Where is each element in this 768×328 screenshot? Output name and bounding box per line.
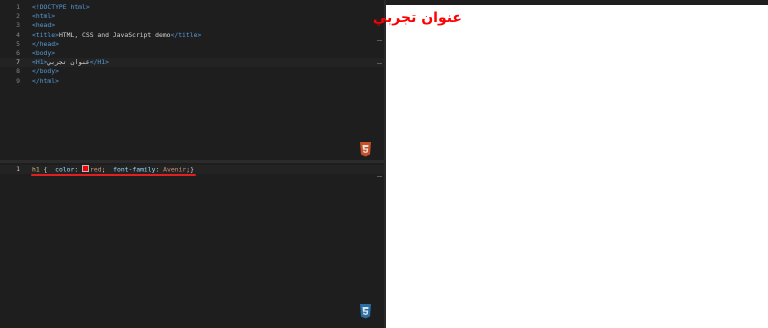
line-number: 6 [16, 49, 20, 57]
line-number: 3 [16, 21, 20, 30]
code-token: font-family [113, 165, 156, 174]
code-token: عنوان تجربي [47, 58, 90, 67]
code-line[interactable]: 2 <html> [0, 12, 384, 21]
code-token: <body> [32, 49, 56, 57]
code-token: Avenir [163, 165, 187, 174]
code-line[interactable]: 6 <body> [0, 49, 384, 58]
line-number: 9 [16, 76, 20, 85]
preview-pane: عنوان تجربي [373, 5, 768, 328]
code-token: : [74, 165, 83, 174]
code-line[interactable]: 1 <!DOCTYPE html> [0, 3, 384, 12]
code-text[interactable]: </html> [32, 77, 59, 86]
code-token: <!DOCTYPE html> [32, 3, 90, 11]
code-line[interactable]: 1 h1 { color: red; font-family: Avenir;} [0, 165, 384, 174]
code-token: </H1> [89, 58, 109, 67]
code-token: <html> [32, 12, 56, 21]
code-text[interactable]: <!DOCTYPE html> [32, 3, 90, 12]
code-token: red [90, 165, 102, 174]
line-number: 1 [16, 165, 20, 173]
code-text[interactable]: <html> [32, 12, 55, 21]
code-token: color [55, 165, 75, 174]
code-token: ;} [186, 165, 194, 174]
line-number: 7 [16, 58, 20, 67]
code-text[interactable]: </head> [32, 40, 59, 49]
code-line[interactable]: 9 </html> [0, 77, 384, 86]
scroll-marker [377, 176, 382, 177]
code-token: ; [101, 165, 114, 174]
html-editor[interactable]: 1 <!DOCTYPE html> 2 <html> 3 <head> 4 <title>HT… [0, 0, 384, 160]
preview-heading: عنوان تجربي [372, 10, 462, 26]
line-number: 5 [16, 39, 20, 48]
css-editor[interactable]: 1 h1 { color: red; font-family: Avenir;} [0, 163, 384, 328]
code-token: <head> [32, 21, 56, 30]
code-token: <H1> [32, 58, 48, 67]
code-line[interactable]: 5 </head> [0, 40, 384, 49]
code-line[interactable]: 4 <title>HTML, CSS and JavaScript demo</t… [0, 31, 384, 40]
code-editors: 1 <!DOCTYPE html> 2 <html> 3 <head> 4 <title>HT… [0, 0, 384, 328]
line-number: 4 [16, 30, 20, 39]
code-token: </body> [32, 67, 59, 76]
code-token: { [39, 165, 56, 174]
line-number: 2 [16, 12, 20, 21]
css3-icon [360, 304, 371, 319]
code-line[interactable]: 7 <H1>عنوان تجربي</H1> [0, 58, 384, 68]
code-token: HTML, CSS and JavaScript demo [58, 30, 171, 39]
code-line[interactable]: 3 <head> [0, 21, 384, 30]
code-line[interactable]: 8 </body> [0, 67, 384, 76]
html5-icon [360, 142, 371, 157]
line-number: 1 [16, 3, 20, 11]
scroll-marker [377, 63, 382, 64]
code-text[interactable]: <title>HTML, CSS and JavaScript demo</ti… [32, 31, 201, 40]
code-token: </title> [170, 30, 202, 39]
code-token: </html> [32, 76, 59, 85]
color-swatch [82, 165, 90, 172]
line-number: 8 [16, 67, 20, 76]
code-token: <title> [32, 30, 59, 39]
code-token: h1 [32, 165, 40, 174]
code-text[interactable]: <body> [32, 49, 55, 58]
highlight-underline [31, 174, 196, 176]
code-token: </head> [32, 39, 59, 48]
code-text[interactable]: <H1>عنوان تجربي</H1> [32, 58, 109, 67]
code-text[interactable]: </body> [32, 67, 59, 76]
code-text[interactable]: <head> [32, 21, 55, 30]
scroll-marker [377, 40, 382, 41]
